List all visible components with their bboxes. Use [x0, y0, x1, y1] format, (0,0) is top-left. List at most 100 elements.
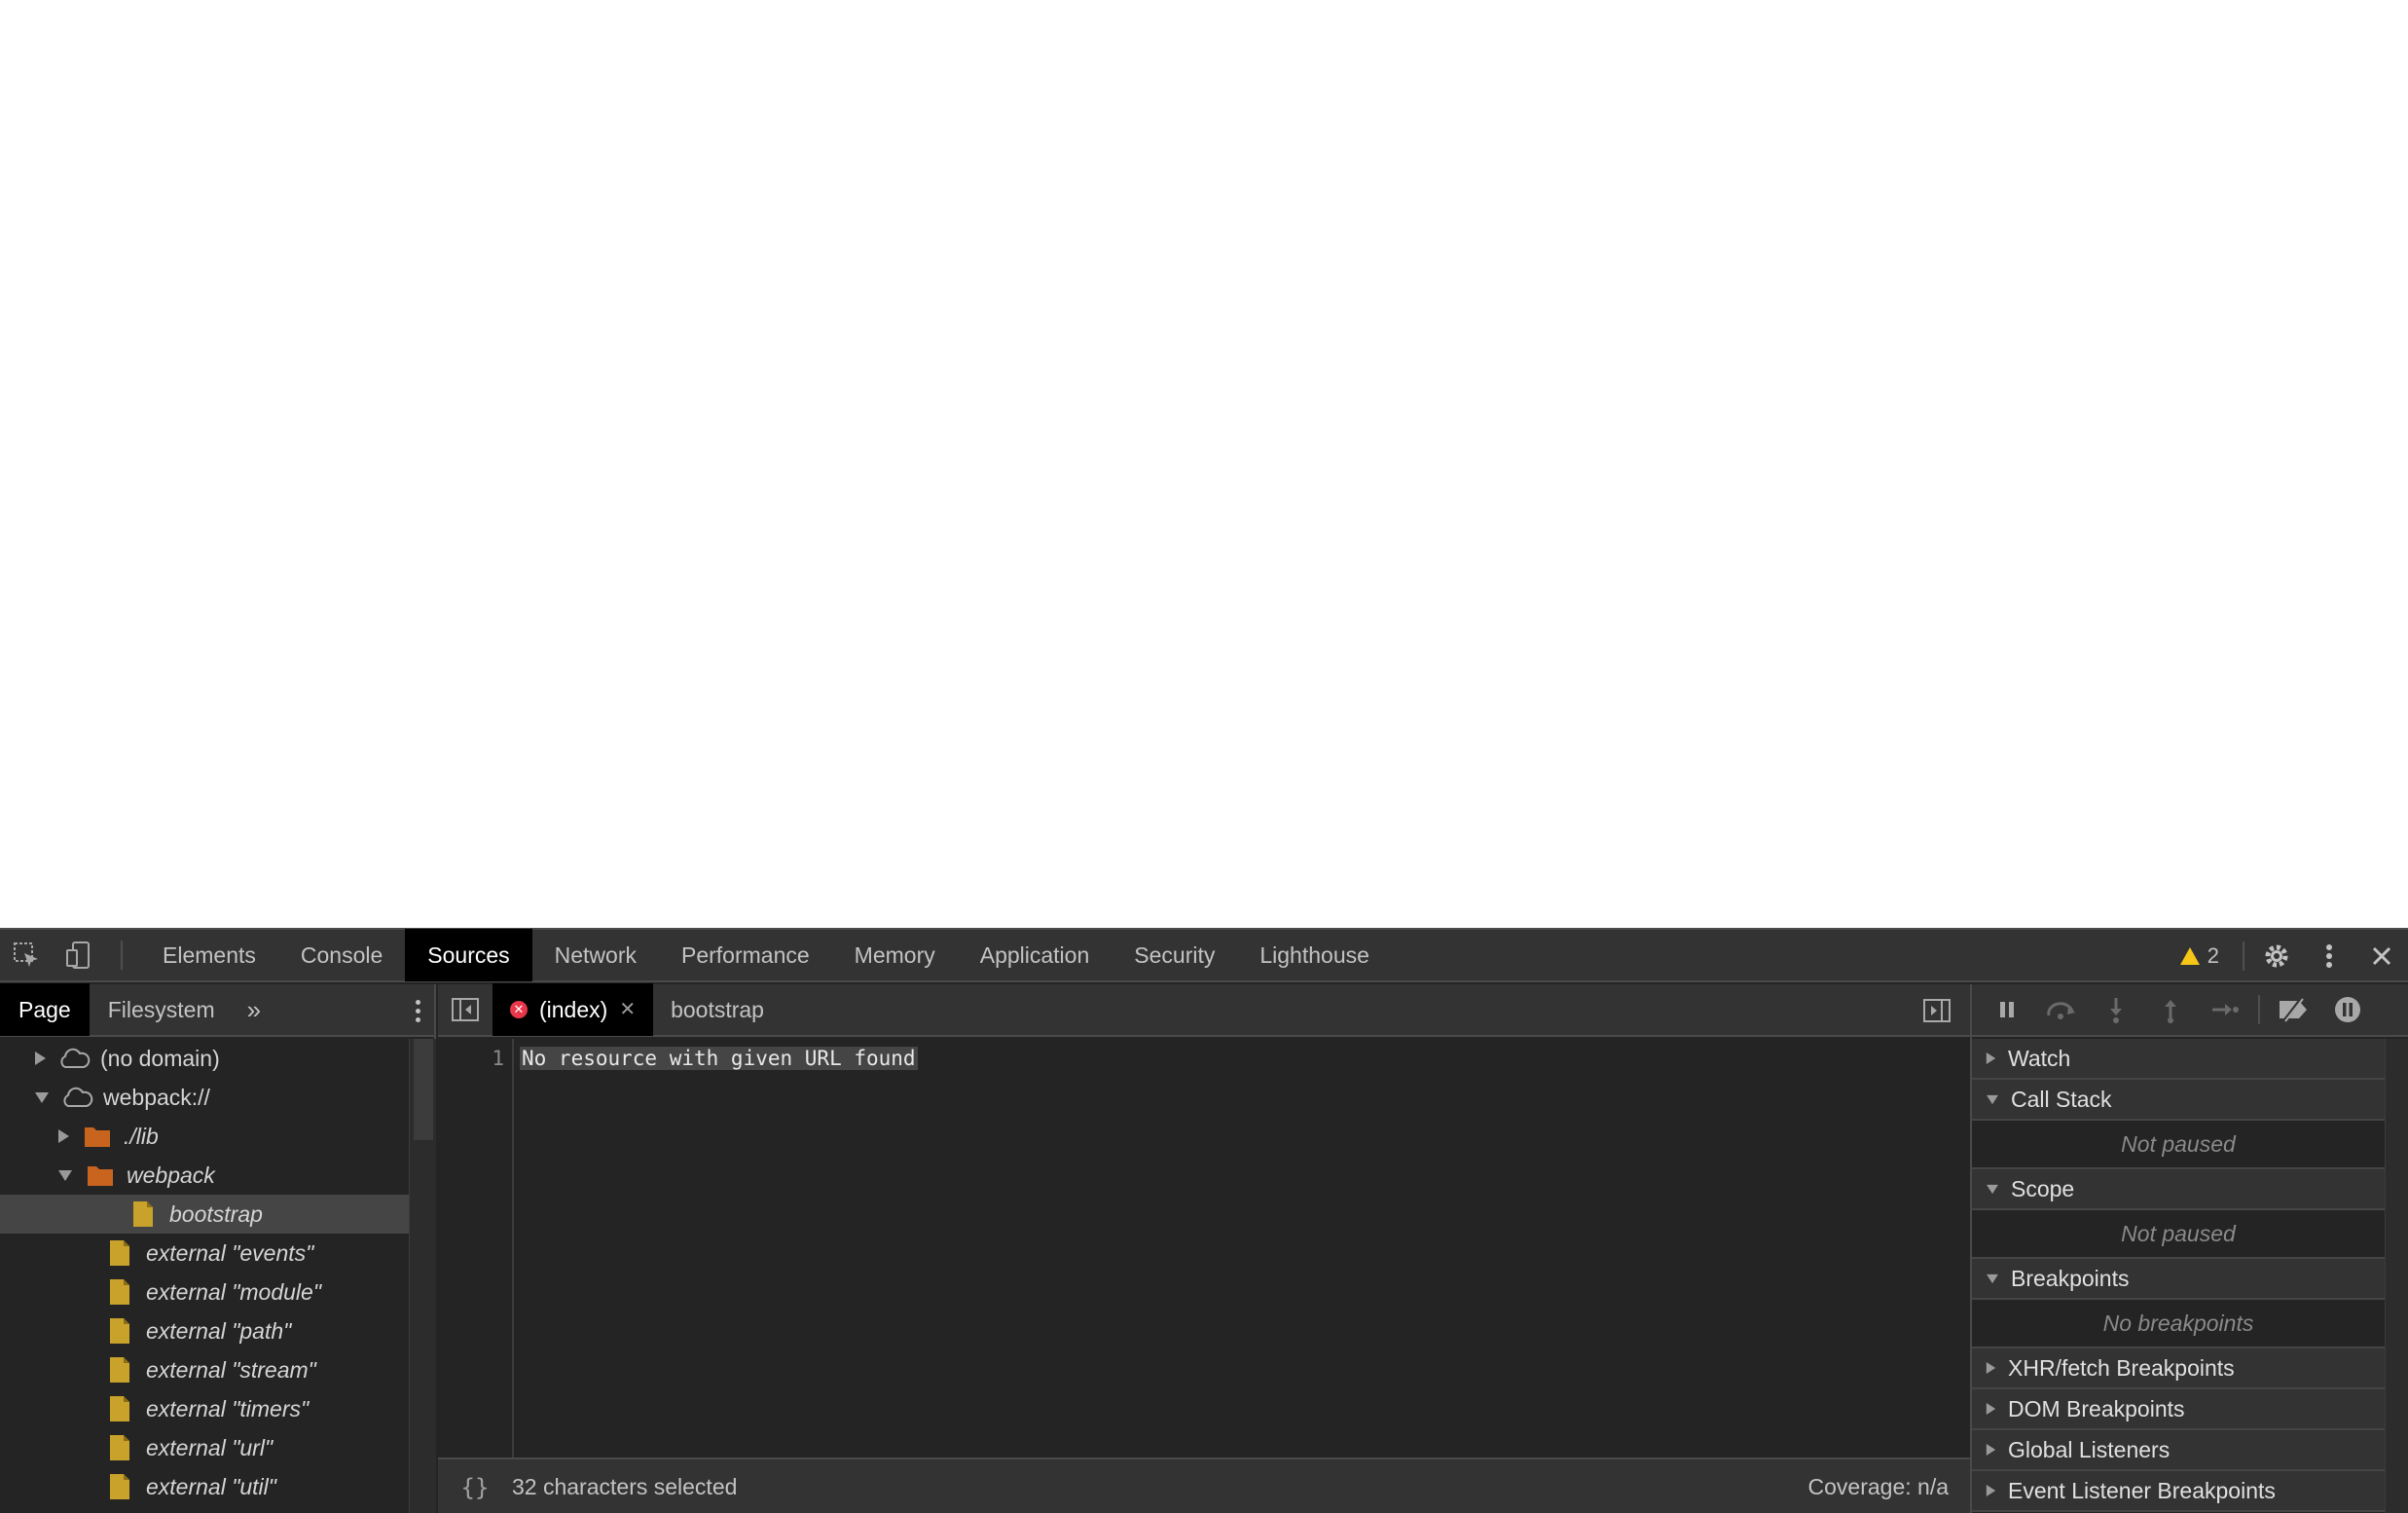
tab-network[interactable]: Network — [532, 929, 659, 981]
tab-page[interactable]: Page — [0, 983, 90, 1036]
pane-title: Event Listener Breakpoints — [2008, 1477, 2276, 1503]
tree-item-file[interactable]: bootstrap — [0, 1195, 409, 1234]
pane-header[interactable]: DOM Breakpoints — [1972, 1389, 2385, 1430]
code-area[interactable]: 1 No resource with given URL found — [438, 1039, 1970, 1458]
editor-tabs: ✕ (index) ✕ bootstrap — [438, 983, 1970, 1037]
debugger-scrollbar[interactable] — [2385, 1039, 2408, 1513]
file-icon — [103, 1278, 136, 1306]
step-out-icon[interactable] — [2143, 983, 2198, 1036]
pane-header[interactable]: Scope — [1972, 1169, 2385, 1210]
file-icon — [103, 1239, 136, 1267]
tab-console[interactable]: Console — [278, 929, 405, 981]
tree-item-file[interactable]: external "url" — [0, 1428, 409, 1467]
debugger-toolbar — [1972, 984, 2408, 1037]
pane-header[interactable]: Breakpoints — [1972, 1259, 2385, 1300]
close-icon[interactable] — [2355, 930, 2408, 982]
tab-sources[interactable]: Sources — [405, 929, 532, 981]
tree-item-label: ./lib — [124, 1123, 159, 1149]
warning-icon — [2179, 947, 2200, 965]
code-line[interactable]: No resource with given URL found — [520, 1047, 918, 1070]
tab-filesystem[interactable]: Filesystem — [90, 983, 234, 1036]
warnings-counter[interactable]: 2 — [2163, 943, 2237, 969]
step-icon[interactable] — [2198, 983, 2252, 1036]
tree-item-file[interactable]: external "timers" — [0, 1389, 409, 1428]
warning-count: 2 — [2207, 943, 2219, 968]
pane-title: XHR/fetch Breakpoints — [2008, 1354, 2235, 1381]
close-tab-icon[interactable]: ✕ — [619, 983, 636, 1036]
deactivate-breakpoints-icon[interactable] — [2266, 983, 2320, 1036]
more-tabs-chevron-icon[interactable]: » — [234, 995, 274, 1025]
pane-placeholder: Not paused — [1972, 1210, 2385, 1259]
folder-icon — [84, 1162, 117, 1189]
tree-item-label: external "util" — [146, 1473, 276, 1499]
file-icon — [103, 1395, 136, 1422]
tab-memory[interactable]: Memory — [832, 929, 958, 981]
file-icon — [103, 1356, 136, 1384]
debugger-sidebar: Watch Call Stack Not paused Scope Not paused… — [1970, 984, 2408, 1513]
tree-item-file[interactable]: external "path" — [0, 1311, 409, 1350]
tree-item-file[interactable]: external "util" — [0, 1467, 409, 1506]
pane-header[interactable]: Event Listener Breakpoints — [1972, 1471, 2385, 1512]
pane-header[interactable]: Watch — [1972, 1039, 2385, 1080]
triangle-down-icon[interactable] — [35, 1091, 49, 1103]
pane-title: DOM Breakpoints — [2008, 1395, 2185, 1421]
tree-item-label: external "path" — [146, 1317, 292, 1344]
editor-tab-index[interactable]: ✕ (index) ✕ — [493, 983, 654, 1036]
line-gutter[interactable]: 1 — [438, 1039, 514, 1458]
pretty-print-braces-icon[interactable]: {} — [438, 1474, 512, 1501]
file-icon — [103, 1473, 136, 1500]
inspect-element-icon[interactable] — [0, 929, 53, 981]
pane-header[interactable]: XHR/fetch Breakpoints — [1972, 1348, 2385, 1389]
pause-icon[interactable] — [1980, 983, 2034, 1036]
navigator-tabs: Page Filesystem » — [0, 983, 434, 1037]
step-over-icon[interactable] — [2034, 983, 2089, 1036]
tree-item-file[interactable]: external "stream" — [0, 1350, 409, 1389]
tab-elements[interactable]: Elements — [140, 929, 278, 981]
tree-item-folder[interactable]: ./lib — [0, 1117, 409, 1156]
pane-header[interactable]: Global Listeners — [1972, 1430, 2385, 1471]
triangle-right-icon — [1986, 1362, 1996, 1374]
triangle-right-icon[interactable] — [35, 1052, 46, 1065]
pane-title: Watch — [2008, 1045, 2071, 1071]
navigator-menu-icon[interactable] — [401, 984, 434, 1037]
tab-security[interactable]: Security — [1112, 929, 1237, 981]
triangle-down-icon — [1987, 1094, 1998, 1104]
line-number: 1 — [492, 1047, 504, 1070]
triangle-right-icon[interactable] — [58, 1129, 69, 1143]
file-tree-scrollbar[interactable] — [409, 1039, 436, 1513]
tree-item-label: webpack:// — [103, 1084, 210, 1110]
toggle-debugger-icon[interactable] — [1917, 984, 1956, 1037]
more-options-icon[interactable] — [2303, 930, 2355, 982]
pane-title: Global Listeners — [2008, 1436, 2171, 1462]
tree-item-label: bootstrap — [169, 1200, 263, 1227]
tree-item-label: external "timers" — [146, 1395, 310, 1421]
tree-item-domain[interactable]: (no domain) — [0, 1039, 409, 1078]
folder-icon — [81, 1123, 114, 1150]
file-icon — [127, 1200, 160, 1228]
pane-title: Breakpoints — [2011, 1265, 2130, 1291]
editor-tab-bootstrap[interactable]: bootstrap — [653, 983, 782, 1036]
step-into-icon[interactable] — [2089, 983, 2143, 1036]
tree-item-file[interactable]: external "events" — [0, 1234, 409, 1273]
source-editor: ✕ (index) ✕ bootstrap 1 No resource with… — [438, 983, 1970, 1513]
tab-performance[interactable]: Performance — [659, 929, 832, 981]
pane-header[interactable]: Call Stack — [1972, 1080, 2385, 1121]
tab-lighthouse[interactable]: Lighthouse — [1237, 929, 1392, 981]
editor-tab-label: (index) — [539, 997, 608, 1022]
tree-item-folder[interactable]: webpack — [0, 1156, 409, 1195]
devtools-panel: Elements Console Sources Network Perform… — [0, 928, 2408, 1513]
settings-gear-icon[interactable] — [2250, 930, 2303, 982]
toggle-navigator-icon[interactable] — [438, 983, 493, 1036]
tree-item-label: webpack — [127, 1162, 215, 1188]
tree-item-file[interactable]: external "module" — [0, 1273, 409, 1311]
pause-on-exceptions-icon[interactable] — [2320, 983, 2375, 1036]
triangle-down-icon[interactable] — [58, 1169, 72, 1181]
sources-navigator: Page Filesystem » (no domain) webpack://.… — [0, 983, 436, 1513]
coverage-status: Coverage: n/a — [1807, 1474, 1949, 1499]
tab-application[interactable]: Application — [958, 929, 1113, 981]
pane-placeholder: No breakpoints — [1972, 1300, 2385, 1348]
pane-title: Call Stack — [2011, 1086, 2112, 1112]
device-toolbar-icon[interactable] — [53, 929, 105, 981]
tree-item-domain[interactable]: webpack:// — [0, 1078, 409, 1117]
pane-placeholder: Not paused — [1972, 1121, 2385, 1169]
